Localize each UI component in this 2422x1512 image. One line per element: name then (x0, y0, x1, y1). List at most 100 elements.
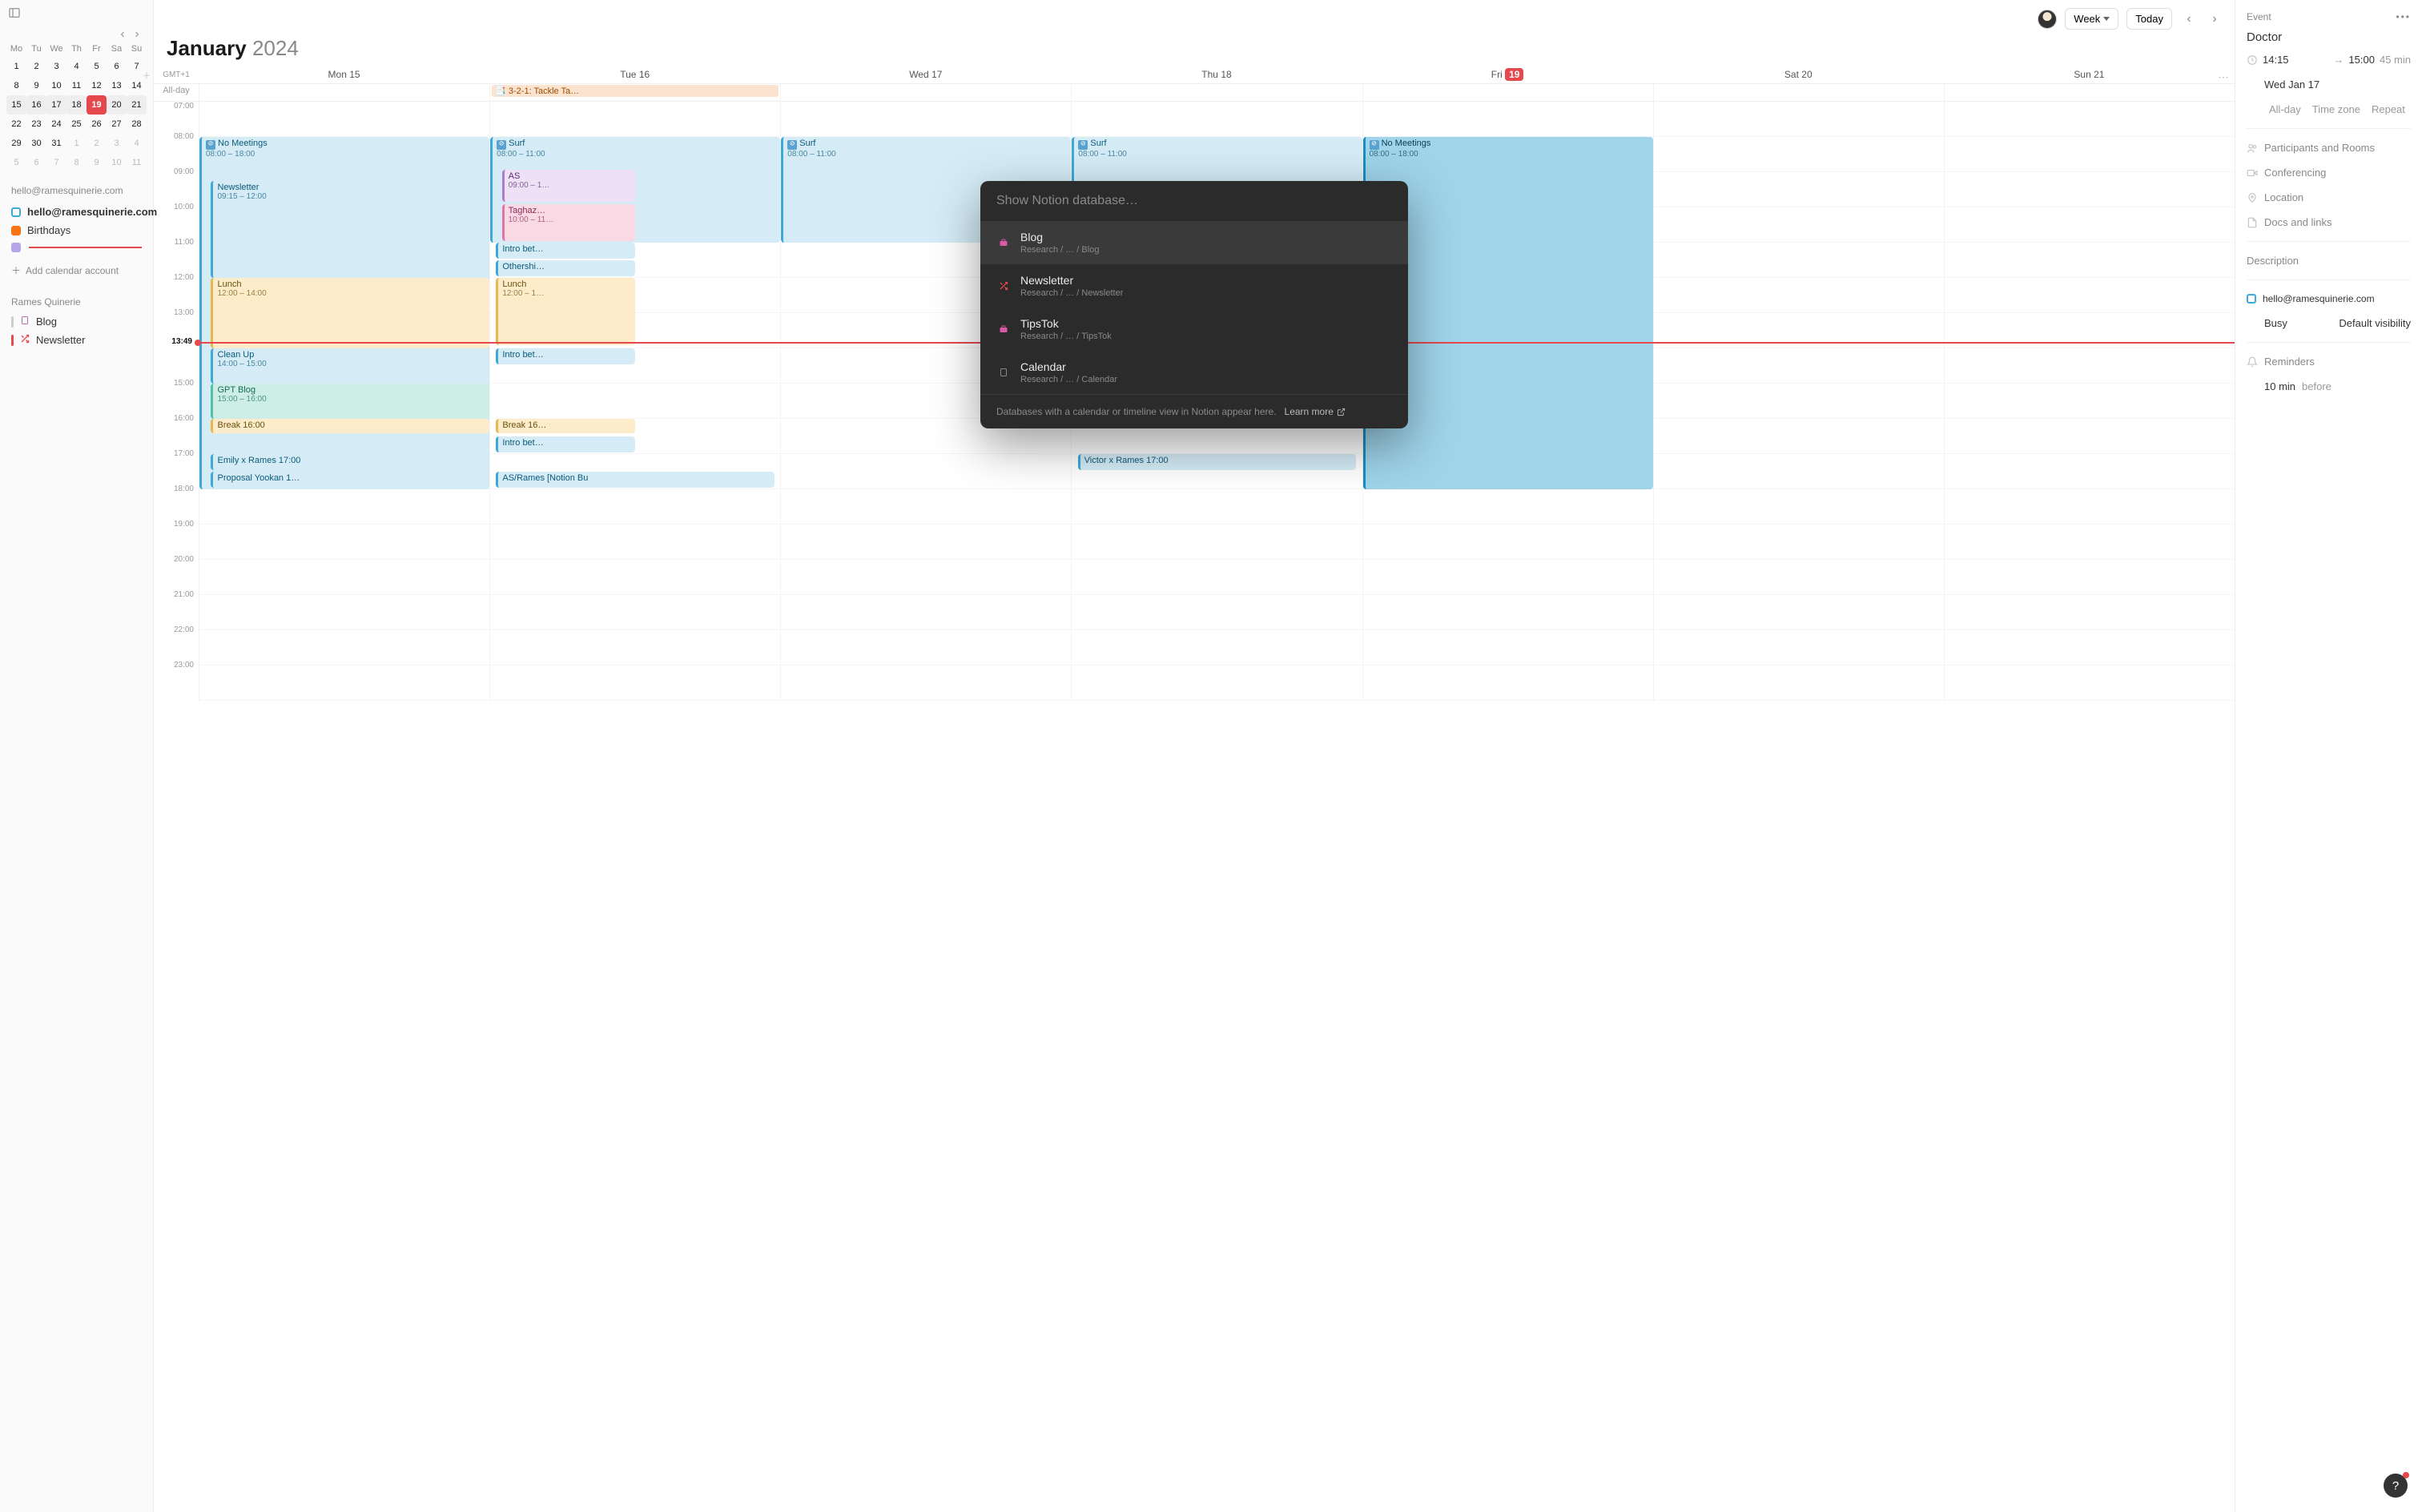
event-title[interactable]: Doctor (2247, 30, 2411, 44)
mini-day[interactable]: 29 (6, 134, 26, 153)
mini-day[interactable]: 2 (86, 134, 107, 153)
mini-day[interactable]: 27 (107, 115, 127, 134)
calendar-event[interactable]: Break 16… (496, 419, 635, 433)
calendar-event[interactable]: Othershi… (496, 260, 635, 276)
next-week-button[interactable]: › (2206, 10, 2223, 28)
mini-day[interactable]: 30 (26, 134, 46, 153)
day-header[interactable]: Mon 15 (199, 66, 489, 83)
calendar-event[interactable]: Intro bet… (496, 243, 635, 259)
allday-event[interactable]: 📑 3-2-1: Tackle Ta… (492, 85, 778, 97)
calendar-item[interactable] (0, 239, 153, 255)
database-item[interactable]: Newsletter (0, 331, 153, 349)
calendar-event[interactable]: Break 16:00 (211, 419, 489, 433)
location-field[interactable]: Location (2264, 191, 2303, 203)
day-column[interactable]: ⊘Surf08:00 – 11:00AS09:00 – 1…Taghaz…10:… (489, 102, 780, 701)
mini-day[interactable]: 4 (66, 57, 86, 76)
mini-day[interactable]: 31 (46, 134, 66, 153)
mini-day[interactable]: 22 (6, 115, 26, 134)
event-end-time[interactable]: 15:00 (2348, 54, 2375, 66)
mini-day[interactable]: 4 (127, 134, 147, 153)
allday-cell[interactable] (1362, 84, 1653, 101)
event-calendar[interactable]: hello@ramesquinerie.com (2263, 293, 2375, 304)
day-header[interactable]: Sat 20 (1653, 66, 1944, 83)
database-item[interactable]: Blog (0, 312, 153, 331)
mini-day[interactable]: 19 (86, 95, 107, 115)
calendar-event[interactable]: Intro bet… (496, 348, 635, 364)
mini-day[interactable]: 11 (127, 153, 147, 172)
calendar-item[interactable]: Birthdays (0, 221, 153, 239)
mini-day[interactable]: 9 (26, 76, 46, 95)
allday-cell[interactable] (1653, 84, 1944, 101)
panel-menu-button[interactable]: ••• (2396, 11, 2411, 22)
mini-day[interactable]: 12 (86, 76, 107, 95)
event-start-time[interactable]: 14:15 (2263, 54, 2289, 66)
mini-day[interactable]: 24 (46, 115, 66, 134)
calendar-event[interactable]: Lunch12:00 – 1… (496, 278, 635, 345)
visibility-select[interactable]: Default visibility (2339, 317, 2411, 329)
mini-day[interactable]: 7 (46, 153, 66, 172)
mini-day[interactable]: 26 (86, 115, 107, 134)
today-button[interactable]: Today (2126, 8, 2172, 30)
mini-prev-button[interactable]: ‹ (116, 28, 129, 41)
conferencing-field[interactable]: Conferencing (2264, 167, 2326, 179)
add-calendar-account-button[interactable]: ＋ Add calendar account (0, 255, 153, 285)
calendar-event[interactable]: Taghaz…10:00 – 11… (502, 204, 636, 241)
mini-day[interactable]: 3 (107, 134, 127, 153)
mini-day[interactable]: 5 (6, 153, 26, 172)
mini-day[interactable]: 10 (46, 76, 66, 95)
day-header[interactable]: Sun 21 (1944, 66, 2235, 83)
mini-day[interactable]: 1 (66, 134, 86, 153)
mini-day[interactable]: 16 (26, 95, 46, 115)
mini-day[interactable]: 1 (6, 57, 26, 76)
calendar-event[interactable]: Clean Up14:00 – 15:00 (211, 348, 489, 384)
mini-day[interactable]: 18 (66, 95, 86, 115)
mini-day[interactable]: 3 (46, 57, 66, 76)
calendar-event[interactable]: Intro bet… (496, 436, 635, 452)
mini-day[interactable]: 6 (107, 57, 127, 76)
prev-week-button[interactable]: ‹ (2180, 10, 2198, 28)
mini-day[interactable]: 8 (66, 153, 86, 172)
add-timezone-button[interactable]: ＋ (141, 69, 152, 80)
calendar-event[interactable]: Proposal Yookan 1… (211, 472, 489, 488)
calendar-item[interactable]: hello@ramesquinerie.com (0, 203, 153, 221)
reminders-field[interactable]: Reminders (2264, 356, 2315, 368)
allday-cell[interactable] (780, 84, 1071, 101)
mini-day[interactable]: 10 (107, 153, 127, 172)
mini-day[interactable]: 23 (26, 115, 46, 134)
learn-more-link[interactable]: Learn more (1285, 406, 1346, 417)
calendar-event[interactable]: AS/Rames [Notion Bu (496, 472, 774, 488)
calendar-event[interactable]: Emily x Rames 17:00 (211, 454, 489, 470)
allday-cell[interactable] (199, 84, 489, 101)
allday-cell[interactable]: 📑 3-2-1: Tackle Ta… (489, 84, 780, 101)
mini-day[interactable]: 6 (26, 153, 46, 172)
avatar[interactable] (2038, 10, 2057, 29)
mini-day[interactable]: 25 (66, 115, 86, 134)
mini-day[interactable]: 21 (127, 95, 147, 115)
mini-day[interactable]: 20 (107, 95, 127, 115)
mini-day[interactable]: 11 (66, 76, 86, 95)
mini-day[interactable]: 15 (6, 95, 26, 115)
mini-day[interactable]: 8 (6, 76, 26, 95)
week-options-button[interactable]: ⋯ (2218, 70, 2230, 84)
modal-database-item[interactable]: TipsTokResearch / … / TipsTok (980, 308, 1408, 351)
day-column[interactable] (1944, 102, 2235, 701)
calendar-event[interactable]: Lunch12:00 – 14:00 (211, 278, 489, 348)
day-header[interactable]: Tue 16 (489, 66, 780, 83)
modal-database-item[interactable]: NewsletterResearch / … / Newsletter (980, 264, 1408, 308)
calendar-event[interactable]: Victor x Rames 17:00 (1078, 454, 1357, 470)
allday-toggle[interactable]: All-day (2269, 103, 2301, 115)
calendar-event[interactable]: Newsletter09:15 – 12:00 (211, 181, 489, 278)
help-button[interactable]: ? (2384, 1474, 2408, 1498)
allday-cell[interactable] (1944, 84, 2235, 101)
description-field[interactable]: Description (2247, 255, 2299, 267)
mini-day[interactable]: 5 (86, 57, 107, 76)
day-column[interactable] (1653, 102, 1944, 701)
allday-cell[interactable] (1071, 84, 1362, 101)
calendar-event[interactable]: GPT Blog15:00 – 16:00 (211, 384, 489, 419)
mini-day[interactable]: 13 (107, 76, 127, 95)
mini-day[interactable]: 28 (127, 115, 147, 134)
modal-database-item[interactable]: BlogResearch / … / Blog (980, 221, 1408, 264)
day-column[interactable]: ⊘No Meetings08:00 – 18:00Newsletter09:15… (199, 102, 489, 701)
day-header[interactable]: Thu 18 (1071, 66, 1362, 83)
day-header[interactable]: Wed 17 (780, 66, 1071, 83)
